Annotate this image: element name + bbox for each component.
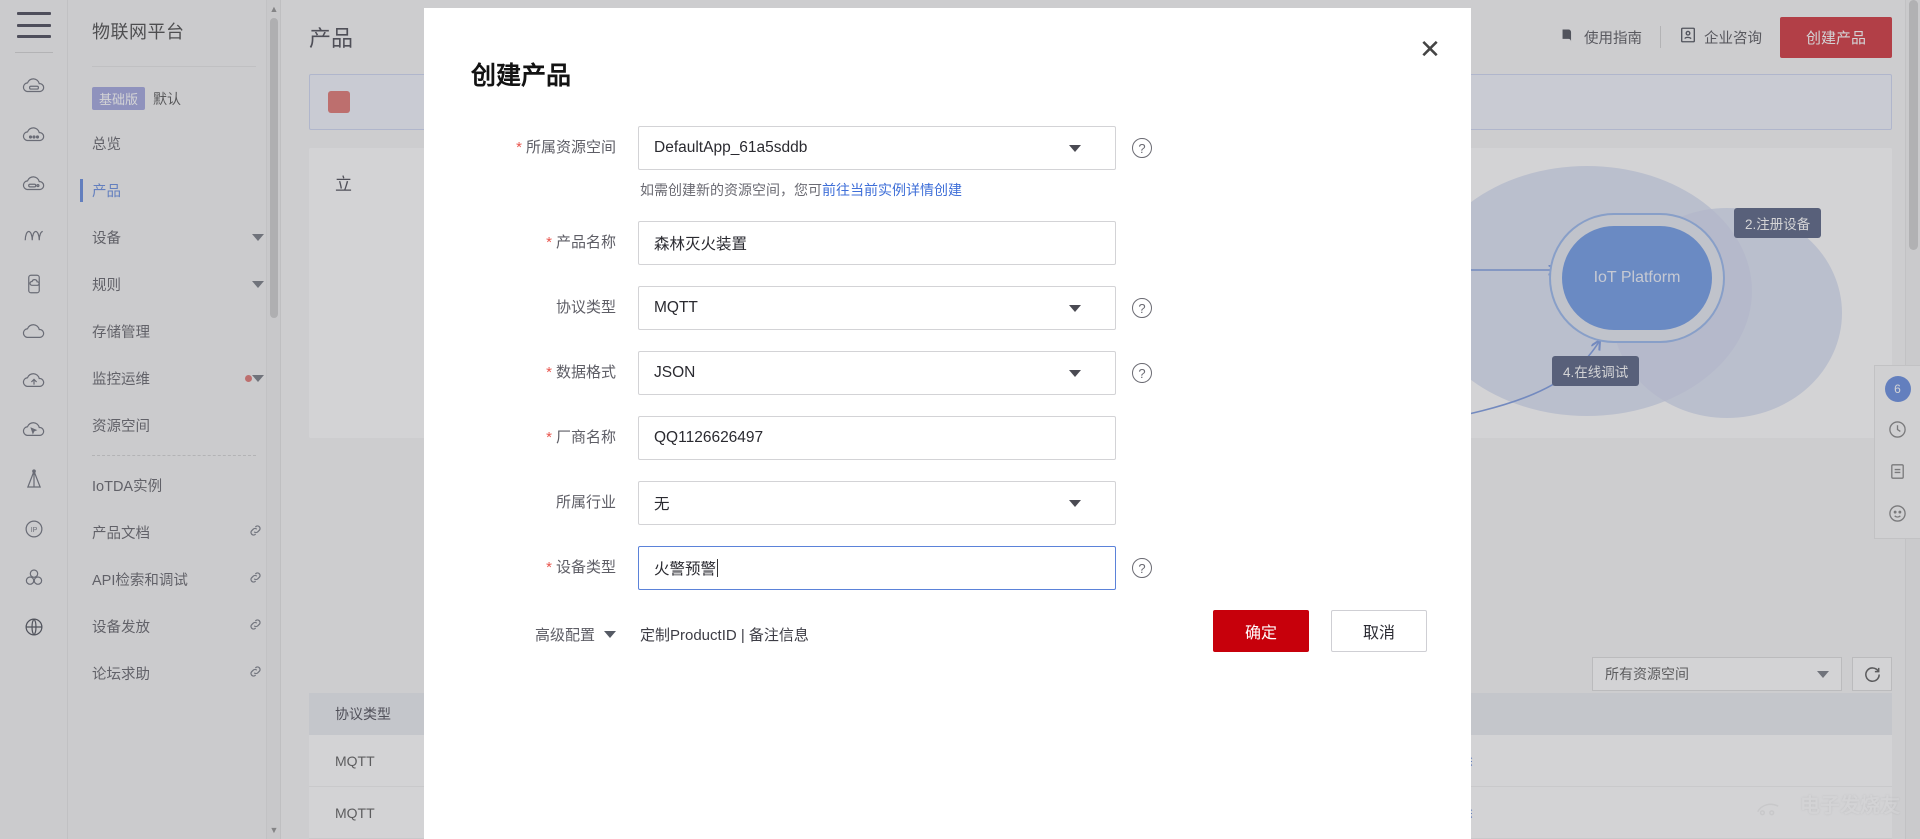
confirm-button[interactable]: 确定	[1213, 610, 1309, 652]
field-label-text: 所属资源空间	[526, 139, 616, 156]
form-row-3: *数据格式JSON?	[468, 351, 1427, 395]
create-product-dialog: ✕ 创建产品 *所属资源空间DefaultApp_61a5sddb?如需创建新的…	[424, 8, 1471, 839]
advanced-config-toggle[interactable]: 高级配置	[468, 624, 638, 645]
field-input-6[interactable]: 火警预警	[638, 546, 1116, 590]
required-marker: *	[546, 429, 552, 446]
required-marker: *	[546, 364, 552, 381]
field-label-text: 数据格式	[556, 364, 616, 381]
field-hint-text: 如需创建新的资源空间，您可	[640, 182, 822, 198]
field-control-0: DefaultApp_61a5sddb?如需创建新的资源空间，您可前往当前实例详…	[638, 126, 1116, 200]
field-select-value: 无	[654, 492, 1069, 514]
field-hint: 如需创建新的资源空间，您可前往当前实例详情创建	[638, 170, 1116, 200]
form-row-1: *产品名称森林灭火装置	[468, 221, 1427, 265]
field-label-text: 所属行业	[556, 494, 616, 511]
field-label-2: 协议类型	[468, 286, 638, 330]
field-select-value: DefaultApp_61a5sddb	[654, 139, 1069, 157]
field-label-text: 协议类型	[556, 299, 616, 316]
field-control-4: QQ1126626497	[638, 416, 1116, 460]
required-marker: *	[516, 139, 522, 156]
form-row-6: *设备类型火警预警?	[468, 546, 1427, 590]
field-label-5: 所属行业	[468, 481, 638, 525]
field-input-value: QQ1126626497	[654, 429, 763, 447]
form-row-2: 协议类型 MQTT?	[468, 286, 1427, 330]
field-label-text: 产品名称	[556, 234, 616, 251]
chevron-down-icon	[604, 631, 616, 638]
field-label-4: *厂商名称	[468, 416, 638, 460]
cancel-button[interactable]: 取消	[1331, 610, 1427, 652]
field-label-text: 设备类型	[556, 559, 616, 576]
required-marker: *	[546, 559, 552, 576]
field-input-value: 火警预警	[654, 557, 716, 579]
screen-root: IP 物联网平台 基础版 默认 总览产品设备规则存储管理监控运维资	[0, 0, 1920, 839]
chevron-down-icon	[1069, 370, 1081, 377]
field-label-6: *设备类型	[468, 546, 638, 590]
help-circle-icon[interactable]: ?	[1132, 558, 1152, 578]
close-icon[interactable]: ✕	[1415, 34, 1445, 64]
help-circle-icon[interactable]: ?	[1132, 138, 1152, 158]
field-input-1[interactable]: 森林灭火装置	[638, 221, 1116, 265]
field-select-5[interactable]: 无	[638, 481, 1116, 525]
field-control-6: 火警预警?	[638, 546, 1116, 590]
form-row-5: 所属行业 无	[468, 481, 1427, 525]
field-label-text: 厂商名称	[556, 429, 616, 446]
field-hint-link[interactable]: 前往当前实例详情创建	[822, 182, 962, 198]
field-select-3[interactable]: JSON	[638, 351, 1116, 395]
advanced-config-label: 高级配置	[535, 624, 595, 645]
field-input-4[interactable]: QQ1126626497	[638, 416, 1116, 460]
form-row-0: *所属资源空间DefaultApp_61a5sddb?如需创建新的资源空间，您可…	[468, 126, 1427, 200]
required-marker: *	[546, 234, 552, 251]
field-select-value: JSON	[654, 364, 1069, 382]
field-input-value: 森林灭火装置	[654, 232, 747, 254]
chevron-down-icon	[1069, 145, 1081, 152]
field-label-0: *所属资源空间	[468, 126, 638, 170]
field-label-1: *产品名称	[468, 221, 638, 265]
advanced-config-summary: 定制ProductID | 备注信息	[638, 624, 809, 645]
field-select-2[interactable]: MQTT	[638, 286, 1116, 330]
field-select-value: MQTT	[654, 299, 1069, 317]
text-cursor	[717, 559, 718, 577]
field-control-2: MQTT?	[638, 286, 1116, 330]
chevron-down-icon	[1069, 500, 1081, 507]
form-row-4: *厂商名称 QQ1126626497	[468, 416, 1427, 460]
field-control-3: JSON?	[638, 351, 1116, 395]
help-circle-icon[interactable]: ?	[1132, 298, 1152, 318]
field-control-5: 无	[638, 481, 1116, 525]
dialog-footer: 确定 取消	[1213, 610, 1427, 652]
field-control-1: 森林灭火装置	[638, 221, 1116, 265]
chevron-down-icon	[1069, 305, 1081, 312]
field-label-3: *数据格式	[468, 351, 638, 395]
help-circle-icon[interactable]: ?	[1132, 363, 1152, 383]
field-select-0[interactable]: DefaultApp_61a5sddb	[638, 126, 1116, 170]
dialog-title: 创建产品	[471, 56, 1427, 92]
create-product-form: *所属资源空间DefaultApp_61a5sddb?如需创建新的资源空间，您可…	[468, 126, 1427, 590]
